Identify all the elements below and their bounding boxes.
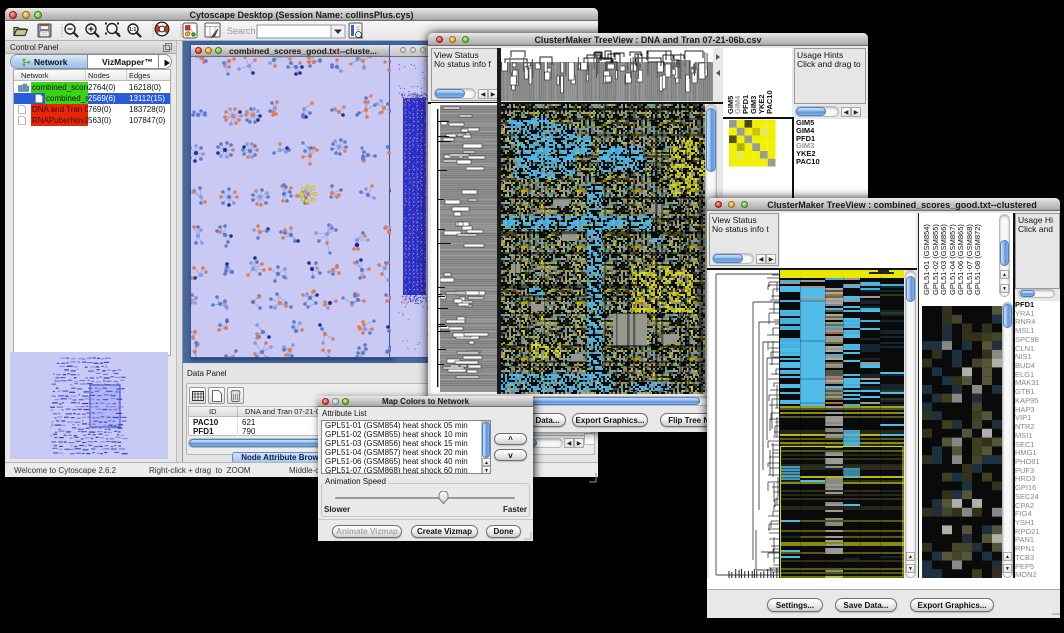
svg-text:1:1: 1:1 bbox=[129, 27, 136, 33]
svg-text:Search:: Search: bbox=[227, 26, 258, 36]
